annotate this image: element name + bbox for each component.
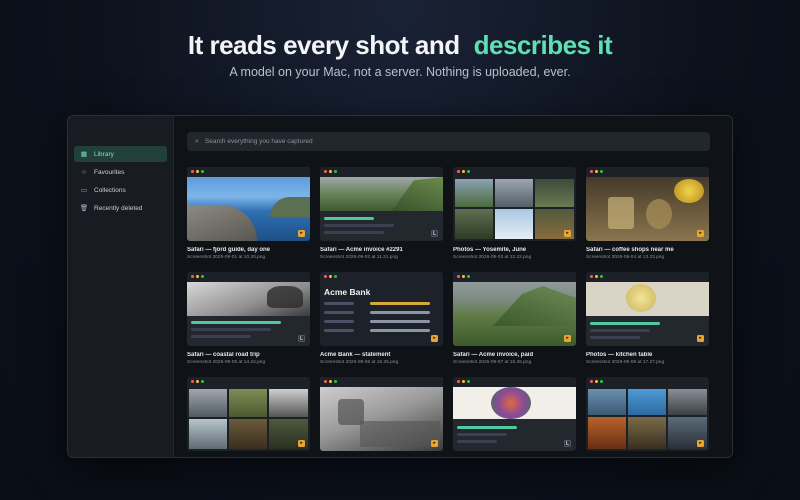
screenshot-card[interactable]: ▸ xyxy=(187,377,310,451)
document-badge-icon: L xyxy=(298,335,305,342)
play-badge-icon: ▸ xyxy=(697,335,704,342)
screenshot-thumbnail[interactable]: ▸ xyxy=(586,272,709,346)
sidebar-item-library[interactable]: ▦ Library xyxy=(74,146,167,162)
sidebar-item-label: Collections xyxy=(94,186,126,194)
screenshot-thumbnail[interactable]: ▸ xyxy=(586,167,709,241)
card-title: Photos — kitchen table xyxy=(586,352,653,358)
hero-title: It reads every shot and describes it xyxy=(0,30,800,61)
sidebar-item-favourites[interactable]: ☆ Favourites xyxy=(74,164,167,180)
screenshot-thumbnail[interactable]: ▸ xyxy=(453,272,576,346)
screenshot-thumbnail[interactable]: ▸ xyxy=(187,167,310,241)
star-icon: ☆ xyxy=(81,169,87,176)
card-title: Safari — Acme invoice #2291 xyxy=(320,247,403,253)
card-title: Safari — coffee shops near me xyxy=(586,247,674,253)
screenshot-card[interactable]: L Safari — coastal road trip Screenshot … xyxy=(187,272,310,365)
card-filename: Screenshot 2026-09-05 at 14.24.png xyxy=(187,360,266,365)
play-badge-icon: ▸ xyxy=(431,335,438,342)
screenshot-card[interactable]: Acme Bank ▸ Acme Bank — statement Screen… xyxy=(320,272,443,365)
card-filename: Screenshot 2026-09-06 at 15.25.png xyxy=(320,360,399,365)
card-filename: Screenshot 2026-09-01 at 10.20.png xyxy=(187,255,266,260)
card-filename: Screenshot 2026-09-04 at 13.23.png xyxy=(586,255,665,260)
screenshot-card[interactable]: L Safari — Acme invoice #2291 Screenshot… xyxy=(320,167,443,260)
play-badge-icon: ▸ xyxy=(697,440,704,447)
screenshot-thumbnail[interactable]: ▸ xyxy=(187,377,310,451)
screenshot-card[interactable]: L xyxy=(453,377,576,451)
card-filename: Screenshot 2026-09-08 at 17.27.png xyxy=(586,360,665,365)
trash-icon: 🗑 xyxy=(79,205,89,212)
screenshot-card[interactable]: ▸ Photos — Yosemite, June Screenshot 202… xyxy=(453,167,576,260)
search-icon: ⌕ xyxy=(195,137,199,145)
search-input[interactable] xyxy=(204,138,685,145)
play-badge-icon: ▸ xyxy=(298,440,305,447)
play-badge-icon: ▸ xyxy=(564,335,571,342)
grid-icon: ▦ xyxy=(80,151,88,158)
sidebar-item-label: Favourites xyxy=(94,168,125,176)
screenshot-card[interactable]: ▸ xyxy=(320,377,443,451)
screenshot-thumbnail[interactable]: ▸ xyxy=(586,377,709,451)
hero-title-main: It reads every shot and xyxy=(187,30,460,60)
document-badge-icon: L xyxy=(431,230,438,237)
app-window: ▦ Library ☆ Favourites ▭ Collections 🗑 R… xyxy=(67,115,733,458)
screenshot-card[interactable]: ▸ xyxy=(586,377,709,451)
card-title: Acme Bank — statement xyxy=(320,352,391,358)
sidebar-item-collections[interactable]: ▭ Collections xyxy=(74,182,167,198)
screenshot-thumbnail[interactable]: ▸ xyxy=(320,377,443,451)
screenshot-card[interactable]: ▸ Safari — fjord guide, day one Screensh… xyxy=(187,167,310,260)
hero-title-accent: describes it xyxy=(473,30,613,60)
play-badge-icon: ▸ xyxy=(564,230,571,237)
card-title: Photos — Yosemite, June xyxy=(453,247,527,253)
search-bar[interactable]: ⌕ xyxy=(187,132,710,151)
card-filename: Screenshot 2026-09-02 at 11.21.png xyxy=(320,255,398,260)
sidebar-item-recently-deleted[interactable]: 🗑 Recently deleted xyxy=(74,200,167,216)
screenshot-thumbnail[interactable]: Acme Bank ▸ xyxy=(320,272,443,346)
document-badge-icon: L xyxy=(564,440,571,447)
play-badge-icon: ▸ xyxy=(431,440,438,447)
sidebar-item-label: Library xyxy=(94,150,114,158)
screenshot-thumbnail[interactable]: ▸ xyxy=(453,167,576,241)
hero-subtitle: A model on your Mac, not a server. Nothi… xyxy=(229,65,571,79)
card-title: Safari — Acme invoice, paid xyxy=(453,352,534,358)
folder-icon: ▭ xyxy=(80,187,88,194)
card-title: Safari — coastal road trip xyxy=(187,352,260,358)
play-badge-icon: ▸ xyxy=(298,230,305,237)
screenshot-card[interactable]: ▸ Safari — Acme invoice, paid Screenshot… xyxy=(453,272,576,365)
sidebar: ▦ Library ☆ Favourites ▭ Collections 🗑 R… xyxy=(68,116,174,457)
play-badge-icon: ▸ xyxy=(697,230,704,237)
card-filename: Screenshot 2026-09-03 at 12.22.png xyxy=(453,255,532,260)
library-main: ⌕ ▸ Safari — fjord guide, day one Screen… xyxy=(174,116,732,457)
screenshot-card[interactable]: ▸ Photos — kitchen table Screenshot 2026… xyxy=(586,272,709,365)
sidebar-item-label: Recently deleted xyxy=(94,204,143,212)
card-filename: Screenshot 2026-09-07 at 16.26.png xyxy=(453,360,532,365)
bank-name: Acme Bank xyxy=(324,287,371,297)
hero: It reads every shot and describes it A mo… xyxy=(0,30,800,79)
screenshot-thumbnail[interactable]: L xyxy=(320,167,443,241)
screenshot-thumbnail[interactable]: L xyxy=(453,377,576,451)
screenshot-thumbnail[interactable]: L xyxy=(187,272,310,346)
card-title: Safari — fjord guide, day one xyxy=(187,247,271,253)
screenshot-card[interactable]: ▸ Safari — coffee shops near me Screensh… xyxy=(586,167,709,260)
